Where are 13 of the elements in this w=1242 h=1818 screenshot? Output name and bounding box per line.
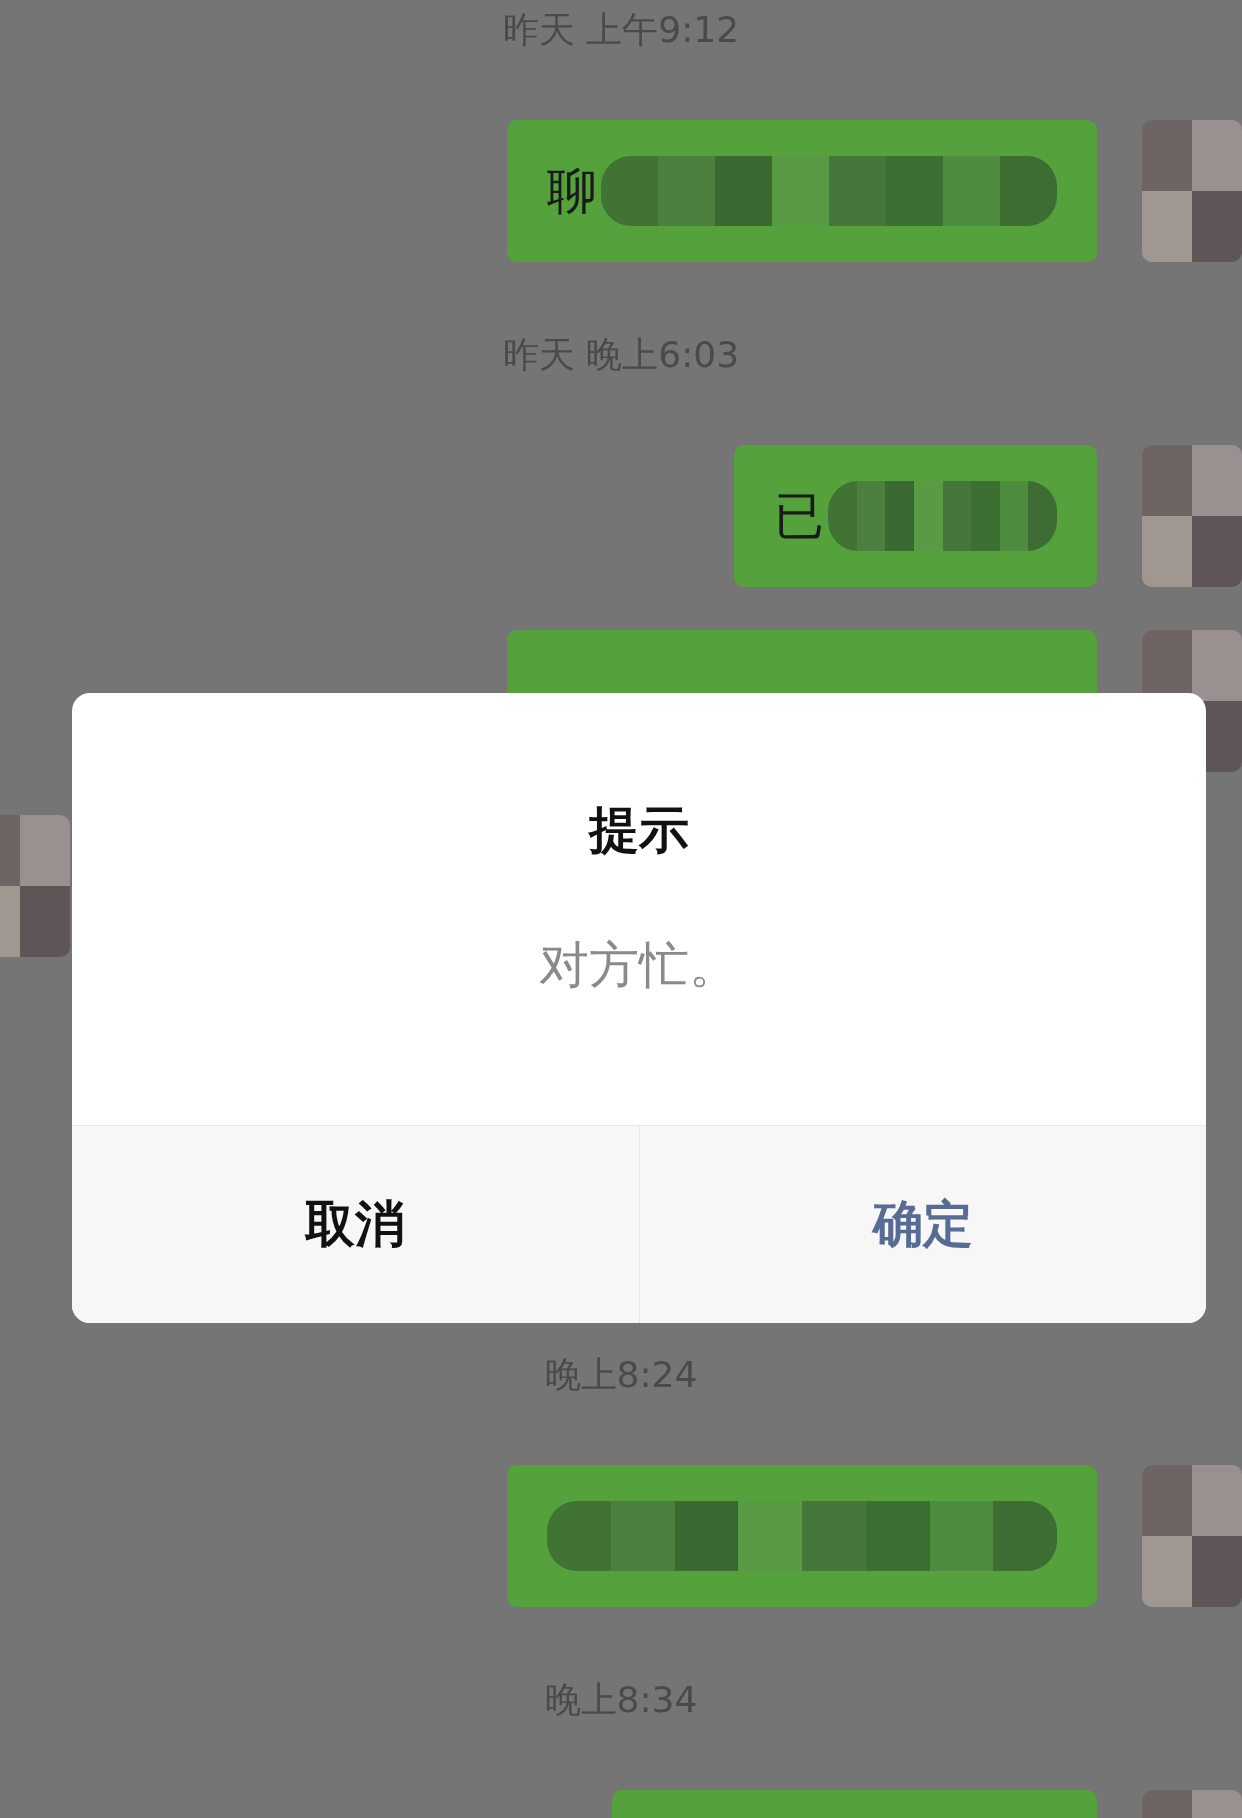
- message-bubble[interactable]: [507, 1465, 1097, 1607]
- message-bubble[interactable]: 聊: [507, 120, 1097, 262]
- dialog-title: 提示: [589, 800, 689, 861]
- confirm-button[interactable]: 确定: [638, 1126, 1206, 1323]
- avatar[interactable]: [1142, 445, 1242, 587]
- message-text: 聊: [547, 160, 597, 222]
- dialog-message: 对方忙。: [539, 935, 739, 996]
- avatar[interactable]: [1142, 120, 1242, 262]
- avatar[interactable]: [0, 815, 70, 957]
- message-text: 已: [774, 485, 824, 547]
- cancel-button[interactable]: 取消: [72, 1126, 639, 1323]
- message-bubble[interactable]: 已: [734, 445, 1097, 587]
- avatar[interactable]: [1142, 1465, 1242, 1607]
